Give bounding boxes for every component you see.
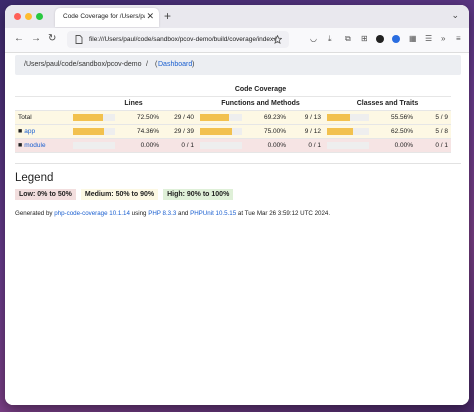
navigation-bar: ← → ↻ file:///Users/paul/code/sandbox/pc… [5, 28, 469, 53]
tab-close-icon[interactable]: ✕ [146, 11, 154, 22]
generated-at-text: at Tue Mar 26 3:59:12 UTC 2024. [237, 210, 331, 217]
breadcrumb-close: ) [192, 61, 195, 68]
reload-icon[interactable]: ↻ [48, 33, 56, 44]
classes-percent: 55.56% [372, 110, 416, 125]
code-coverage-header: Code Coverage [70, 83, 451, 97]
classes-count: 5 / 8 [416, 124, 451, 139]
folder-icon: ■ [18, 142, 23, 149]
pocket-icon[interactable]: ◡ [310, 34, 317, 43]
functions-percent: 75.00% [245, 124, 289, 139]
classes-progress-bar [327, 114, 369, 121]
functions-percent: 0.00% [245, 138, 289, 153]
tab-list-icon[interactable]: ⌄ [451, 10, 459, 21]
legend-medium: Medium: 50% to 90% [80, 189, 159, 200]
folder-icon: ■ [18, 128, 23, 135]
coverage-table: Code Coverage Lines Functions and Method… [15, 83, 451, 153]
progress-fill [200, 114, 230, 121]
table-header-columns: Lines Functions and Methods Classes and … [15, 96, 451, 111]
php-link[interactable]: PHP 8.3.3 [148, 210, 176, 217]
forward-icon[interactable]: → [31, 33, 41, 44]
generated-by-text: Generated by [15, 210, 53, 217]
breadcrumb: /Users/paul/code/sandbox/pcov-demo / ( D… [15, 55, 461, 75]
grid-icon[interactable]: ▦ [409, 34, 417, 43]
progress-fill [200, 128, 232, 135]
module-link[interactable]: module [24, 142, 45, 149]
menu-icon[interactable]: ≡ [456, 34, 461, 43]
and-text: and [178, 210, 189, 217]
functions-percent: 69.23% [245, 110, 289, 125]
lines-progress-bar [73, 142, 115, 149]
progress-fill [73, 128, 105, 135]
active-tab[interactable]: Code Coverage for /Users/paul/code/sandb… [55, 8, 159, 27]
minimize-window-button[interactable] [25, 13, 32, 20]
row-name: Total [15, 110, 70, 125]
lines-percent: 72.50% [118, 110, 162, 125]
lines-header: Lines [70, 96, 197, 111]
classes-progress-bar [327, 128, 369, 135]
classes-header: Classes and Traits [324, 96, 451, 111]
tab-bar: Code Coverage for /Users/paul/code/sandb… [5, 5, 469, 28]
downloads-icon[interactable]: ⤓ [328, 34, 332, 44]
breadcrumb-separator: / [146, 61, 148, 68]
lines-count: 29 / 39 [162, 124, 197, 139]
functions-count: 9 / 12 [289, 124, 324, 139]
address-bar[interactable]: file:///Users/paul/code/sandbox/pcov-dem… [67, 31, 289, 48]
tab-title: Code Coverage for /Users/paul/code/sandb… [63, 13, 145, 20]
url-text: file:///Users/paul/code/sandbox/pcov-dem… [89, 36, 277, 43]
overflow-icon[interactable]: » [441, 34, 445, 43]
progress-fill [327, 128, 354, 135]
classes-count: 5 / 9 [416, 110, 451, 125]
sync-icon[interactable]: ☰ [425, 34, 432, 43]
table-row-total: Total 72.50% 29 / 40 69.23% 9 / 13 55.56… [15, 110, 451, 125]
classes-percent: 62.50% [372, 124, 416, 139]
extension-badge-icon[interactable] [392, 35, 400, 43]
zoom-window-button[interactable] [36, 13, 43, 20]
generated-footer: Generated by php-code-coverage 10.1.14 u… [15, 210, 330, 217]
lines-progress-bar [73, 114, 115, 121]
browser-window: Code Coverage for /Users/paul/code/sandb… [5, 5, 469, 405]
bookmark-star-icon[interactable] [273, 35, 282, 44]
page-content: /Users/paul/code/sandbox/pcov-demo / ( D… [5, 53, 469, 405]
classes-percent: 0.00% [372, 138, 416, 153]
using-text: using [131, 210, 147, 217]
progress-fill [327, 114, 351, 121]
new-tab-button[interactable]: + [164, 9, 171, 23]
breadcrumb-open: ( [155, 61, 158, 68]
dashboard-link[interactable]: Dashboard [158, 61, 192, 68]
file-icon [75, 35, 83, 44]
lines-progress-bar [73, 128, 115, 135]
functions-progress-bar [200, 142, 242, 149]
lines-percent: 74.36% [118, 124, 162, 139]
php-code-coverage-link[interactable]: php-code-coverage 10.1.14 [54, 210, 130, 217]
table-row-module: ■ module 0.00% 0 / 1 0.00% 0 / 1 0.00% 0 … [15, 138, 451, 153]
legend: Low: 0% to 50% Medium: 50% to 90% High: … [15, 189, 236, 200]
breadcrumb-path: /Users/paul/code/sandbox/pcov-demo [24, 61, 142, 68]
app-link[interactable]: app [24, 128, 35, 135]
classes-count: 0 / 1 [416, 138, 451, 153]
lines-percent: 0.00% [118, 138, 162, 153]
legend-low: Low: 0% to 50% [15, 189, 76, 200]
lines-count: 29 / 40 [162, 110, 197, 125]
table-header-group: Code Coverage [15, 83, 451, 97]
functions-count: 0 / 1 [289, 138, 324, 153]
screenshot-icon[interactable]: ⧉ [345, 34, 351, 44]
legend-high: High: 90% to 100% [163, 189, 234, 200]
functions-header: Functions and Methods [197, 96, 324, 111]
lines-count: 0 / 1 [162, 138, 197, 153]
extension-icon[interactable]: ⊞ [361, 34, 368, 43]
divider [15, 163, 461, 164]
functions-progress-bar [200, 114, 242, 121]
table-row-app: ■ app 74.36% 29 / 39 75.00% 9 / 12 62.50%… [15, 124, 451, 139]
profile-avatar-icon[interactable] [376, 35, 384, 43]
progress-fill [73, 114, 104, 121]
legend-title: Legend [15, 172, 54, 184]
functions-count: 9 / 13 [289, 110, 324, 125]
classes-progress-bar [327, 142, 369, 149]
functions-progress-bar [200, 128, 242, 135]
phpunit-link[interactable]: PHPUnit 10.5.15 [190, 210, 236, 217]
close-window-button[interactable] [14, 13, 21, 20]
back-icon[interactable]: ← [14, 33, 24, 44]
